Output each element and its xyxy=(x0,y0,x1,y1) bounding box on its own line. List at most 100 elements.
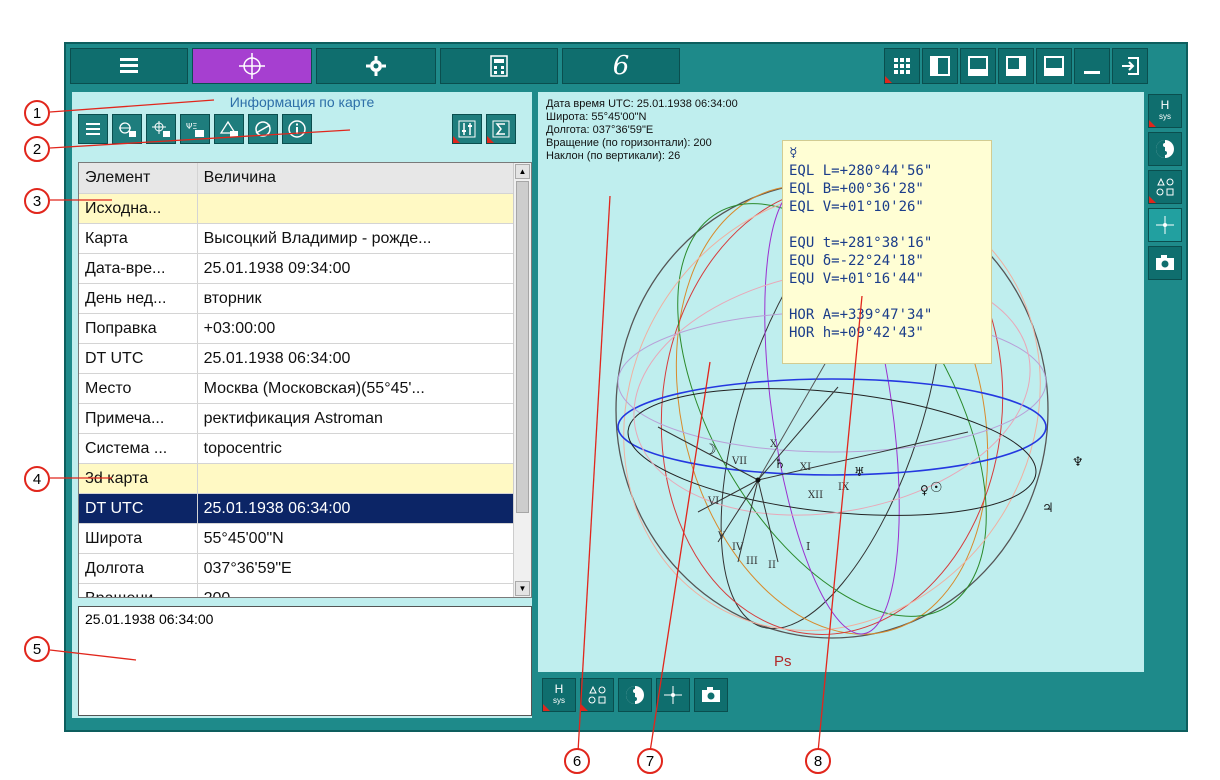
grid-button[interactable] xyxy=(884,48,920,84)
layout-bottom-button[interactable] xyxy=(960,48,996,84)
orbit-button[interactable] xyxy=(248,114,278,144)
scroll-up-button[interactable]: ▲ xyxy=(515,164,530,179)
camera-icon xyxy=(1156,255,1174,270)
chart-tab[interactable] xyxy=(192,48,312,84)
sun-glyph[interactable]: ☉ xyxy=(930,480,943,496)
table-row[interactable]: 3d карта xyxy=(79,463,516,494)
settings-tab[interactable] xyxy=(316,48,436,84)
callout-7: 7 xyxy=(637,748,663,774)
cell-element[interactable]: Место xyxy=(79,373,198,404)
cell-element[interactable]: Дата-вре... xyxy=(79,253,198,284)
layout-top-button[interactable] xyxy=(1036,48,1072,84)
column-header-value[interactable]: Величина xyxy=(197,163,516,194)
venus-glyph[interactable]: ♀ xyxy=(920,483,929,497)
pan-button[interactable] xyxy=(1148,208,1182,242)
cell-element[interactable]: DT UTC xyxy=(79,493,198,524)
houses-button[interactable]: ΨΞ xyxy=(180,114,210,144)
table-row[interactable]: День нед... вторник xyxy=(79,283,516,314)
cell-element[interactable]: Исходна... xyxy=(79,193,198,224)
column-header-element[interactable]: Элемент xyxy=(79,163,198,194)
uranus-glyph[interactable]: ♅ xyxy=(854,465,865,479)
table-row[interactable]: Поправка +03:00:00 xyxy=(79,313,516,344)
panel-title: Информация по карте xyxy=(229,94,375,110)
cell-value[interactable]: вторник xyxy=(197,283,516,314)
cell-element[interactable]: DT UTC xyxy=(79,343,198,374)
cell-value[interactable] xyxy=(197,193,516,224)
scroll-thumb[interactable] xyxy=(516,181,529,513)
cell-value[interactable] xyxy=(197,463,516,494)
cell-value[interactable]: 037°36'59"E xyxy=(197,553,516,584)
neptune-glyph[interactable]: ♆ xyxy=(1072,455,1084,470)
aspects-toggle-button-bottom[interactable] xyxy=(580,678,614,712)
table-row[interactable]: Система ... topocentric xyxy=(79,433,516,464)
yin-yang-icon xyxy=(1156,140,1174,158)
panel-top-icon xyxy=(1044,56,1064,76)
cell-value[interactable]: topocentric xyxy=(197,433,516,464)
table-row[interactable]: DT UTC 25.01.1938 06:34:00 xyxy=(79,493,516,524)
jupiter-glyph[interactable]: ♃ xyxy=(1042,501,1054,516)
cell-value[interactable]: ректификация Astroman xyxy=(197,403,516,434)
memo-field[interactable]: 25.01.1938 06:34:00 xyxy=(78,606,532,716)
menu-tab[interactable] xyxy=(70,48,188,84)
cell-value[interactable]: 25.01.1938 06:34:00 xyxy=(197,493,516,524)
sphere-view[interactable]: Дата время UTC: 25.01.1938 06:34:00 Широ… xyxy=(538,92,1144,672)
cell-value[interactable]: 200 xyxy=(197,583,516,597)
scroll-down-button[interactable]: ▼ xyxy=(515,581,530,596)
cell-element[interactable]: Долгота xyxy=(79,553,198,584)
cell-value[interactable]: Москва (Московская)(55°45'... xyxy=(197,373,516,404)
cell-element[interactable]: Карта xyxy=(79,223,198,254)
cell-element[interactable]: Система ... xyxy=(79,433,198,464)
table-row[interactable]: Вращени 200 xyxy=(79,583,516,597)
cell-value[interactable]: 25.01.1938 06:34:00 xyxy=(197,343,516,374)
cell-value[interactable]: 55°45'00"N xyxy=(197,523,516,554)
vertical-scrollbar[interactable]: ▲ ▼ xyxy=(513,163,531,597)
cell-element[interactable]: Вращени xyxy=(79,583,198,597)
sum-button[interactable] xyxy=(486,114,516,144)
cell-value[interactable]: Высоцкий Владимир - рожде... xyxy=(197,223,516,254)
view-mode-button-bottom[interactable] xyxy=(618,678,652,712)
cell-element[interactable]: 3d карта xyxy=(79,463,198,494)
table-row[interactable]: Широта 55°45'00"N xyxy=(79,523,516,554)
cell-value[interactable]: +03:00:00 xyxy=(197,313,516,344)
moon-glyph[interactable]: ☽ xyxy=(704,442,717,458)
house-system-button[interactable]: H sys xyxy=(1148,94,1182,128)
exit-button[interactable] xyxy=(1112,48,1148,84)
aspects-toggle-button[interactable] xyxy=(1148,170,1182,204)
submenu-marker xyxy=(581,704,588,711)
table-row[interactable]: Место Москва (Московская)(55°45'... xyxy=(79,373,516,404)
tooltip-line: EQL B=+00°36'28" xyxy=(789,181,924,197)
table-row[interactable]: Карта Высоцкий Владимир - рожде... xyxy=(79,223,516,254)
info-grid[interactable]: Элемент Величина Исходна... Карта Высоцкий… xyxy=(78,162,532,598)
script-tab[interactable]: 6 xyxy=(562,48,680,84)
table-row[interactable]: DT UTC 25.01.1938 06:34:00 xyxy=(79,343,516,374)
layout-right-button[interactable] xyxy=(998,48,1034,84)
table-row[interactable]: Исходна... xyxy=(79,193,516,224)
house-system-button-bottom[interactable]: H sys xyxy=(542,678,576,712)
filter-button[interactable] xyxy=(452,114,482,144)
table-row[interactable]: Долгота 037°36'59"E xyxy=(79,553,516,584)
cell-value[interactable]: 25.01.1938 09:34:00 xyxy=(197,253,516,284)
submenu-marker xyxy=(885,76,892,83)
table-row[interactable]: Дата-вре... 25.01.1938 09:34:00 xyxy=(79,253,516,284)
pan-button-bottom[interactable] xyxy=(656,678,690,712)
aspects-button[interactable] xyxy=(214,114,244,144)
screenshot-button[interactable] xyxy=(1148,246,1182,280)
layout-left-button[interactable] xyxy=(922,48,958,84)
cell-element[interactable]: День нед... xyxy=(79,283,198,314)
tooltip-line xyxy=(789,217,985,235)
list-view-button[interactable] xyxy=(78,114,108,144)
cell-element[interactable]: Примеча... xyxy=(79,403,198,434)
cell-element[interactable]: Поправка xyxy=(79,313,198,344)
info-button[interactable] xyxy=(282,114,312,144)
saturn-glyph[interactable]: ♄ xyxy=(774,457,786,472)
table-row[interactable]: Примеча... ректификация Astroman xyxy=(79,403,516,434)
chart-table-button[interactable] xyxy=(112,114,142,144)
chart-table-icon xyxy=(119,122,136,137)
cell-element[interactable]: Широта xyxy=(79,523,198,554)
house-label: VII xyxy=(731,456,747,467)
calculator-tab[interactable] xyxy=(440,48,558,84)
minimize-button[interactable] xyxy=(1074,48,1110,84)
positions-button[interactable] xyxy=(146,114,176,144)
screenshot-button-bottom[interactable] xyxy=(694,678,728,712)
view-mode-button[interactable] xyxy=(1148,132,1182,166)
